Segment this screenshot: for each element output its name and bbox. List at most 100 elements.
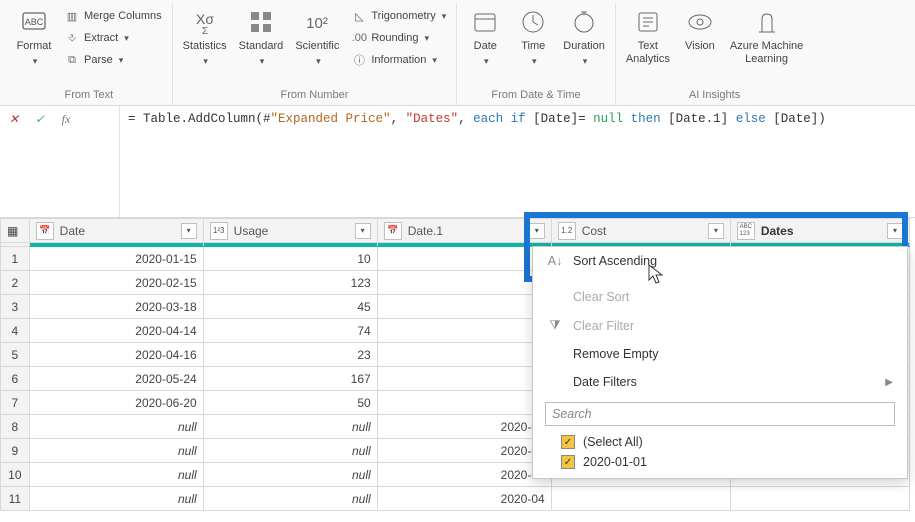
filter-value-item[interactable]: ✓ 2020-01-01 bbox=[533, 452, 907, 472]
cell-usage[interactable]: null bbox=[203, 463, 377, 487]
standard-button[interactable]: Standard bbox=[235, 4, 288, 70]
cell-dates[interactable] bbox=[730, 487, 909, 511]
vision-button[interactable]: Vision bbox=[678, 4, 722, 55]
time-button[interactable]: Time bbox=[511, 4, 555, 70]
cell-date[interactable]: null bbox=[29, 463, 203, 487]
information-icon: ⓘ bbox=[351, 52, 367, 68]
column-name-date: Date bbox=[60, 224, 175, 238]
scientific-button[interactable]: 10² Scientific bbox=[291, 4, 343, 70]
cell-date[interactable]: 2020-03-18 bbox=[29, 295, 203, 319]
extract-label: Extract bbox=[84, 32, 118, 44]
cell-usage[interactable]: null bbox=[203, 439, 377, 463]
cell-date1[interactable] bbox=[377, 367, 551, 391]
row-number: 9 bbox=[1, 439, 30, 463]
scientific-label: Scientific bbox=[295, 40, 339, 53]
cell-usage[interactable]: 167 bbox=[203, 367, 377, 391]
merge-columns-button[interactable]: ▥ Merge Columns bbox=[60, 6, 166, 26]
standard-icon bbox=[245, 6, 277, 38]
duration-button[interactable]: Duration bbox=[559, 4, 609, 70]
cell-usage[interactable]: 45 bbox=[203, 295, 377, 319]
clear-sort-item[interactable]: Clear Sort bbox=[533, 283, 907, 311]
cell-date1[interactable]: 2020-02 bbox=[377, 439, 551, 463]
filter-dropdown-date1[interactable]: ▾ bbox=[529, 223, 545, 239]
cell-date[interactable]: null bbox=[29, 439, 203, 463]
trigonometry-button[interactable]: ◺ Trigonometry bbox=[347, 6, 450, 26]
date-filters-item[interactable]: Date Filters ▶ bbox=[533, 368, 907, 396]
information-button[interactable]: ⓘ Information bbox=[347, 50, 450, 70]
cell-date1[interactable] bbox=[377, 319, 551, 343]
column-name-cost: Cost bbox=[582, 224, 702, 238]
cell-usage[interactable]: 123 bbox=[203, 271, 377, 295]
cell-date[interactable]: null bbox=[29, 487, 203, 511]
cell-usage[interactable]: null bbox=[203, 415, 377, 439]
cell-usage[interactable]: 10 bbox=[203, 247, 377, 271]
group-label-from-datetime: From Date & Time bbox=[463, 87, 609, 105]
vision-label: Vision bbox=[685, 40, 715, 53]
column-name-dates: Dates bbox=[761, 224, 881, 238]
column-header-date1[interactable]: 📅 Date.1 ▾ bbox=[377, 219, 551, 243]
remove-empty-item[interactable]: Remove Empty bbox=[533, 340, 907, 368]
text-analytics-button[interactable]: Text Analytics bbox=[622, 4, 674, 68]
cell-date1[interactable] bbox=[377, 391, 551, 415]
group-label-ai-insights: AI Insights bbox=[622, 87, 807, 105]
cell-cost[interactable] bbox=[551, 487, 730, 511]
table-row[interactable]: 11nullnull2020-04 bbox=[1, 487, 910, 511]
filter-dropdown-date[interactable]: ▾ bbox=[181, 223, 197, 239]
cell-date[interactable]: 2020-04-16 bbox=[29, 343, 203, 367]
aml-button[interactable]: Azure Machine Learning bbox=[726, 4, 807, 68]
cell-date[interactable]: null bbox=[29, 415, 203, 439]
extract-button[interactable]: ⎀ Extract bbox=[60, 28, 166, 48]
cell-usage[interactable]: 74 bbox=[203, 319, 377, 343]
cell-date[interactable]: 2020-01-15 bbox=[29, 247, 203, 271]
filter-dropdown-cost[interactable]: ▾ bbox=[708, 223, 724, 239]
merge-columns-label: Merge Columns bbox=[84, 10, 162, 22]
cell-usage[interactable]: 50 bbox=[203, 391, 377, 415]
duration-label: Duration bbox=[563, 40, 605, 53]
row-number: 4 bbox=[1, 319, 30, 343]
cell-date[interactable]: 2020-05-24 bbox=[29, 367, 203, 391]
column-header-date[interactable]: 📅 Date ▾ bbox=[29, 219, 203, 243]
cell-date1[interactable]: 2020-01 bbox=[377, 415, 551, 439]
cell-date1[interactable] bbox=[377, 295, 551, 319]
rounding-button[interactable]: .00 Rounding bbox=[347, 28, 450, 48]
format-icon: ABC bbox=[18, 6, 50, 38]
sort-asc-icon: A↓ bbox=[547, 254, 563, 268]
sort-ascending-item[interactable]: A↓ Sort Ascending bbox=[533, 247, 907, 275]
cell-date1[interactable] bbox=[377, 271, 551, 295]
aml-icon bbox=[751, 6, 783, 38]
date-button[interactable]: Date bbox=[463, 4, 507, 70]
parse-button[interactable]: ⧉ Parse bbox=[60, 50, 166, 70]
calendar-type-icon: 📅 bbox=[36, 222, 54, 240]
filter-value-select-all[interactable]: ✓ (Select All) bbox=[533, 432, 907, 452]
table-corner[interactable]: ▦ bbox=[1, 219, 30, 243]
cell-date[interactable]: 2020-02-15 bbox=[29, 271, 203, 295]
cell-usage[interactable]: null bbox=[203, 487, 377, 511]
cell-date1[interactable]: 2020-03 bbox=[377, 463, 551, 487]
date-label: Date bbox=[474, 40, 497, 53]
table-area: ▦ 📅 Date ▾ 1²3 Usage ▾ bbox=[0, 218, 915, 511]
cell-date[interactable]: 2020-04-14 bbox=[29, 319, 203, 343]
column-header-cost[interactable]: 1.2 Cost ▾ bbox=[551, 219, 730, 243]
cell-date1[interactable]: 2020-04 bbox=[377, 487, 551, 511]
column-header-dates[interactable]: ABC 123 Dates ▾ bbox=[730, 219, 909, 243]
commit-formula-button[interactable]: ✓ bbox=[32, 112, 48, 126]
cell-usage[interactable]: 23 bbox=[203, 343, 377, 367]
filter-dropdown-dates[interactable]: ▾ bbox=[887, 223, 903, 239]
cell-date[interactable]: 2020-06-20 bbox=[29, 391, 203, 415]
cancel-formula-button[interactable]: ✕ bbox=[6, 112, 22, 126]
cell-date1[interactable] bbox=[377, 343, 551, 367]
date-icon bbox=[469, 6, 501, 38]
time-label: Time bbox=[521, 40, 545, 53]
filter-dropdown-usage[interactable]: ▾ bbox=[355, 223, 371, 239]
svg-text:Xσ: Xσ bbox=[196, 11, 214, 27]
format-button[interactable]: ABC Format bbox=[12, 4, 56, 70]
cell-date1[interactable] bbox=[377, 247, 551, 271]
filter-search-input[interactable]: Search bbox=[545, 402, 895, 426]
column-name-date1: Date.1 bbox=[408, 224, 523, 238]
clear-filter-icon: ⧩ bbox=[547, 318, 563, 333]
column-header-usage[interactable]: 1²3 Usage ▾ bbox=[203, 219, 377, 243]
ribbon-group-from-number: XσΣ Statistics Standard 10² Scientific bbox=[173, 4, 458, 105]
statistics-button[interactable]: XσΣ Statistics bbox=[179, 4, 231, 70]
clear-filter-item[interactable]: ⧩ Clear Filter bbox=[533, 311, 907, 340]
formula-text[interactable]: = Table.AddColumn(#"Expanded Price", "Da… bbox=[120, 106, 915, 217]
